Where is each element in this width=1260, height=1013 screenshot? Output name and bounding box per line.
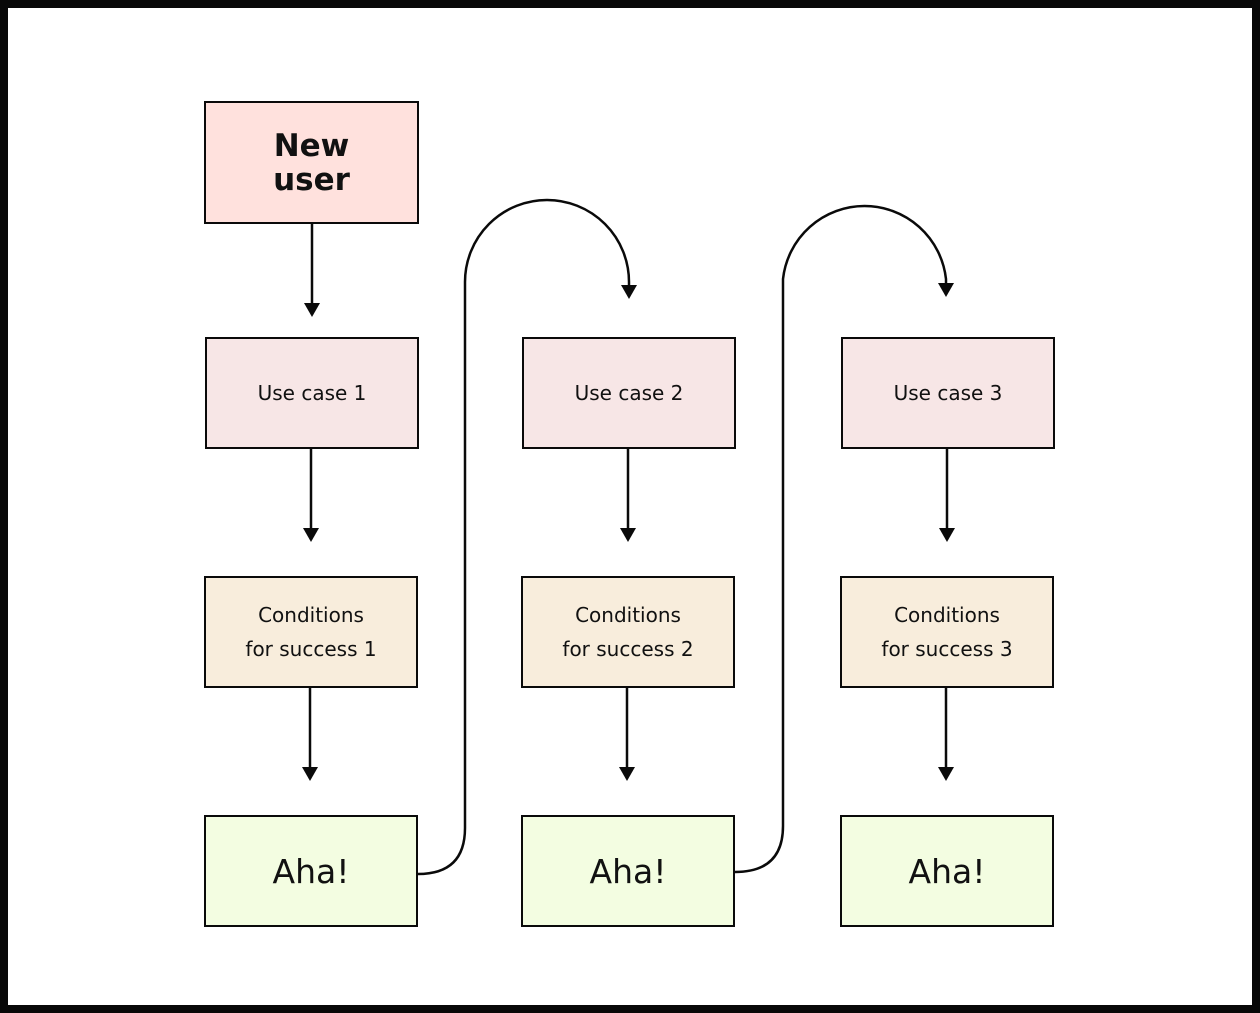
node-aha-1-label: Aha! [272,851,350,891]
node-new-user-line2: user [273,161,350,198]
node-use-case-3: Use case 3 [841,337,1055,449]
node-conditions-2-line1: Conditions [575,603,681,627]
node-conditions-2-line2: for success 2 [562,637,694,661]
node-use-case-3-label: Use case 3 [893,381,1003,405]
node-conditions-1-line2: for success 1 [245,637,377,661]
node-use-case-1: Use case 1 [205,337,419,449]
node-conditions-2: Conditions for success 2 [521,576,735,688]
node-use-case-2: Use case 2 [522,337,736,449]
node-conditions-3-line2: for success 3 [881,637,1013,661]
node-aha-2-label: Aha! [589,851,667,891]
node-aha-1: Aha! [204,815,418,927]
node-new-user-line1: New [273,127,350,164]
node-new-user: New user [204,101,419,224]
node-use-case-2-label: Use case 2 [574,381,684,405]
node-aha-3: Aha! [840,815,1054,927]
node-aha-3-label: Aha! [908,851,986,891]
node-aha-2: Aha! [521,815,735,927]
node-conditions-3: Conditions for success 3 [840,576,1054,688]
node-conditions-3-line1: Conditions [894,603,1000,627]
node-conditions-1-line1: Conditions [258,603,364,627]
node-use-case-1-label: Use case 1 [257,381,367,405]
node-conditions-1: Conditions for success 1 [204,576,418,688]
